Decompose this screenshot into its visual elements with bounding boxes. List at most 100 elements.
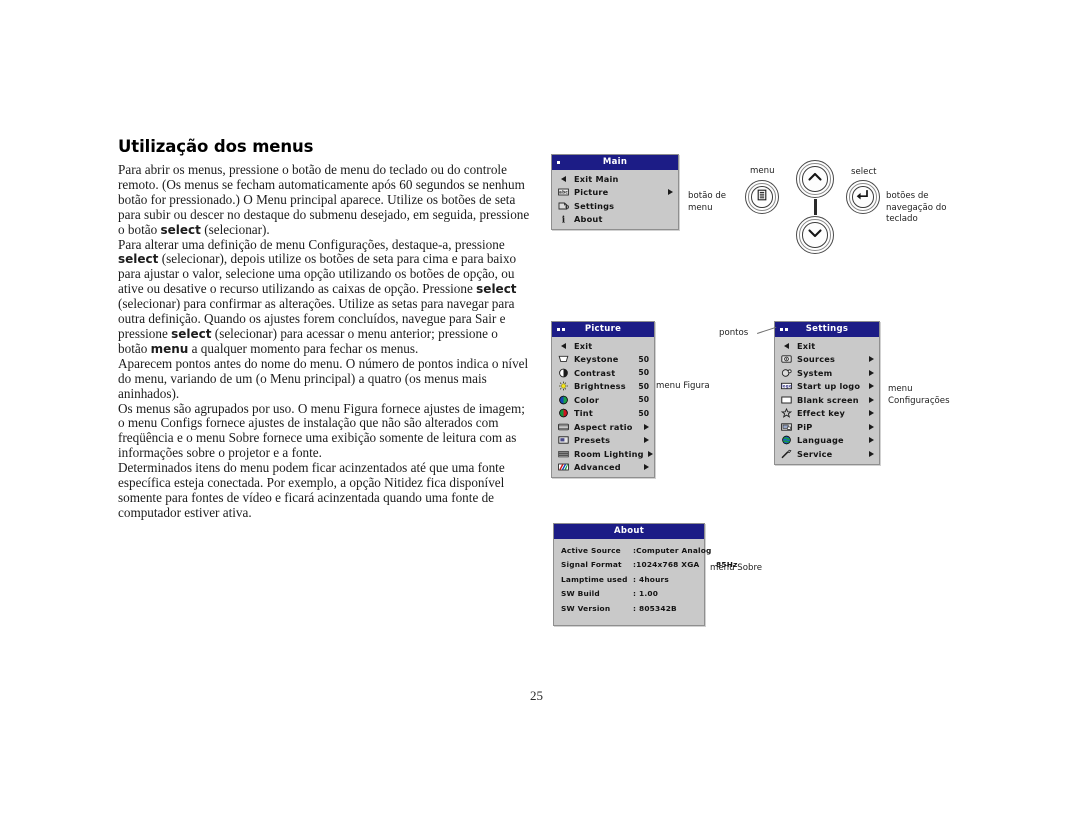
osd-menu-item[interactable]: Service [775,447,879,461]
callout-menu-configuracoes: menu Configurações [888,384,950,406]
osd-item-label: Aspect ratio [574,421,633,432]
keypad-connector [813,199,817,215]
osd-menu-item[interactable]: i About [552,213,678,227]
nav-up-face [802,166,828,192]
osd-item-label: Presets [574,435,611,446]
submenu-arrow-icon [869,437,874,444]
osd-item-label: Exit Main [574,173,619,184]
emphasis-text: menu [150,341,189,356]
osd-picture-items: Exit Keystone 50 Contrast 50 Brightness 50 Colo… [552,337,654,477]
submenu-arrow-icon [869,356,874,363]
presets-icon [557,435,570,446]
osd-level-dots [557,155,560,170]
osd-menu-item[interactable]: Language [775,434,879,448]
osd-menu-item[interactable]: Sources [775,353,879,367]
about-row: Signal Format:1024x768 XGA 85Hz [554,558,737,573]
osd-settings-title: Settings [775,322,879,337]
submenu-arrow-icon [869,396,874,403]
callout-pontos: pontos [719,328,749,338]
back-arrow-icon [557,173,570,184]
nav-buttons-caption: botões de navegação do teclado [886,191,947,224]
nav-down-button[interactable] [796,216,834,254]
text-run: (selecionar). [200,221,270,237]
level-dot [784,328,788,331]
osd-item-label: Picture [574,187,609,198]
svg-text:i: i [562,216,566,225]
about-value: 4hours [639,574,669,584]
about-key: Signal Format [561,560,622,570]
about-key: SW Version [561,603,611,613]
keypad-diagram: menu select botão de menu botões de nave… [688,158,947,263]
osd-menu-item[interactable]: System [775,366,879,380]
about-value: Computer Analog [636,545,712,555]
about-value: 1.00 [639,589,659,599]
osd-item-label: Contrast [574,367,616,378]
osd-main-title: Main [552,155,678,170]
emphasis-text: select [160,222,201,237]
osd-item-label: System [797,367,833,378]
about-row: SW Build:1.00 [554,587,704,602]
osd-menu-item[interactable]: Brightness 50 [552,380,654,394]
osd-item-label: Language [797,435,844,446]
osd-menu-item[interactable]: Effect key [775,407,879,421]
osd-settings-items: Exit Sources System logo Start up logo Blank … [775,337,879,464]
osd-picture-menu: Picture Exit Keystone 50 Contrast 50 Brightne… [551,321,655,478]
submenu-arrow-icon [869,423,874,430]
color-icon [557,394,570,405]
osd-menu-item[interactable]: Contrast 50 [552,366,654,380]
osd-item-value: 50 [638,381,649,391]
osd-item-value: 50 [638,354,649,364]
document-page: Utilização dos menus Para abrir os menus… [0,0,1080,834]
nav-down-face [802,222,828,248]
body-text: Para abrir os menus, pressione o botão d… [118,162,530,521]
paragraph: Para alterar uma definição de menu Confi… [118,236,530,342]
effect-key-icon [780,408,793,419]
settings-icon [557,200,570,211]
blank-screen-icon [780,394,793,405]
osd-menu-item[interactable]: PiP [775,420,879,434]
osd-item-label: Brightness [574,381,626,392]
page-number: 25 [530,688,543,703]
text-run: a qualquer momento para fechar os menus. [188,340,419,356]
room-lighting-icon [557,448,570,459]
osd-menu-item[interactable]: Advanced [552,461,654,475]
nav-up-button[interactable] [796,160,834,198]
osd-item-label: Start up logo [797,381,861,392]
osd-menu-item[interactable]: Room Lighting [552,447,654,461]
osd-menu-item[interactable]: Blank screen [775,393,879,407]
svg-text:logo: logo [781,384,792,389]
osd-picture-title: Picture [552,322,654,337]
enter-arrow-icon [856,188,870,206]
paragraph: Determinados itens do menu podem ficar a… [118,460,530,521]
chevron-down-icon [807,226,823,244]
osd-about-panel: About Active Source: Computer Analog Signa… [553,523,737,626]
page-title: Utilização dos menus [118,137,314,156]
osd-menu-item[interactable]: Keystone 50 [552,353,654,367]
osd-menu-item[interactable]: Settings [552,199,678,213]
osd-menu-item[interactable]: Exit [552,339,654,353]
aspect-ratio-icon [557,421,570,432]
text-run: Para alterar uma definição de menu Confi… [118,236,505,252]
startup-logo-icon: logo [780,381,793,392]
osd-picture-title-text: Picture [584,324,622,334]
osd-menu-item[interactable]: logo Start up logo [775,380,879,394]
osd-menu-item[interactable]: Color 50 [552,393,654,407]
about-row: Lamptime used:4hours [554,572,704,587]
about-value: 805342B [639,603,677,613]
osd-menu-item[interactable]: Exit Main [552,172,678,186]
osd-menu-item[interactable]: Presets [552,434,654,448]
osd-menu-item[interactable]: Aspect ratio [552,420,654,434]
sources-icon [780,354,793,365]
osd-menu-item[interactable]: abc Picture [552,186,678,200]
osd-item-label: Tint [574,408,593,419]
osd-main-items: Exit Main abc Picture Settings i About [552,170,678,229]
tint-icon [557,408,570,419]
select-button[interactable] [846,180,880,214]
menu-button[interactable] [745,180,779,214]
osd-settings-menu: Settings Exit Sources System logo Start up l… [774,321,880,465]
osd-settings-title-text: Settings [805,324,849,334]
menu-button-face [751,186,773,208]
osd-menu-item[interactable]: Exit [775,339,879,353]
paragraph: botão menu a qualquer momento para fecha… [118,340,530,357]
osd-menu-item[interactable]: Tint 50 [552,407,654,421]
